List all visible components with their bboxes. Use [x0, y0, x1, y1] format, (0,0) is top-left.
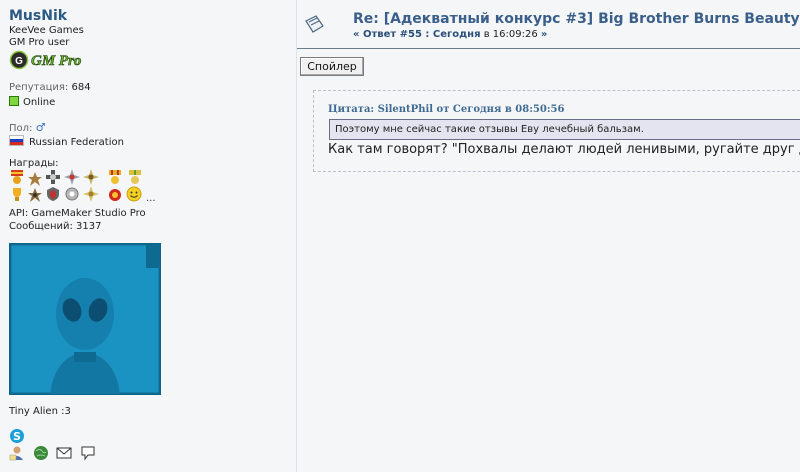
- user-team: KeeVee Games: [9, 25, 84, 36]
- post-area: Re: [Адекватный конкурс #3] Big Brother …: [297, 0, 800, 472]
- message-icon[interactable]: [80, 445, 96, 461]
- username-link[interactable]: MusNik: [9, 8, 67, 24]
- svg-text:S: S: [13, 430, 21, 443]
- shield-medal-icon[interactable]: [45, 186, 61, 202]
- post-body-text: Как там говорят? "Похвалы делают людей л…: [328, 142, 800, 157]
- website-icon[interactable]: [33, 445, 49, 461]
- post-icon: [305, 15, 324, 33]
- reputation-value: 684: [71, 82, 91, 93]
- post-time: в 16:09:26: [480, 29, 541, 40]
- post-divider: [297, 48, 800, 49]
- post-meta-end: »: [540, 29, 548, 40]
- order-medal-icon[interactable]: [27, 187, 43, 203]
- star-medal-icon[interactable]: [83, 169, 99, 185]
- alien-avatar-image: [10, 244, 160, 394]
- smiley-medal-icon[interactable]: [126, 186, 142, 202]
- profile-icon[interactable]: [9, 445, 25, 461]
- contact-icons-row-1: S: [9, 428, 29, 444]
- gm-pro-badge-text: GM Pro: [31, 53, 81, 69]
- cross-medal-icon[interactable]: [45, 169, 61, 185]
- post-meta: « Ответ #55 : Сегодня в 16:09:26 »: [353, 29, 547, 40]
- email-icon[interactable]: [56, 445, 72, 461]
- spoiler-content: Цитата: SilentPhil от Сегодня в 08:50:56…: [313, 90, 800, 172]
- avatar-caption: Tiny Alien :3: [9, 406, 71, 417]
- user-country: Russian Federation: [29, 137, 124, 148]
- contact-icons-row-2: [9, 445, 100, 461]
- male-icon: ♂: [35, 121, 46, 134]
- ribbon-medal-2-icon[interactable]: [127, 169, 143, 185]
- user-post-count: Сообщений: 3137: [9, 221, 102, 232]
- medal-bronze-icon[interactable]: [27, 171, 43, 187]
- quote-header[interactable]: Цитата: SilentPhil от Сегодня в 08:50:56: [328, 104, 564, 115]
- gm-pro-badge: G GM Pro: [9, 50, 82, 69]
- ribbon-medal-icon[interactable]: [107, 169, 123, 185]
- awards-more[interactable]: ...: [146, 193, 156, 204]
- user-api: API: GameMaker Studio Pro: [9, 208, 146, 219]
- poster-sidebar: MusNik KeeVee Games GM Pro user G GM Pro…: [0, 0, 297, 472]
- reputation-label: Репутация:: [9, 82, 69, 93]
- flower-medal-icon[interactable]: [107, 187, 123, 203]
- post-title[interactable]: Re: [Адекватный конкурс #3] Big Brother …: [353, 11, 800, 27]
- sun-medal-icon[interactable]: [83, 186, 99, 202]
- user-avatar: [9, 243, 161, 395]
- russia-flag-icon: [9, 135, 24, 146]
- online-status: Online: [23, 97, 56, 108]
- reply-number[interactable]: « Ответ #55 : Сегодня: [353, 29, 481, 40]
- skype-icon[interactable]: S: [9, 428, 25, 444]
- spoiler-button[interactable]: Спойлер: [300, 57, 364, 76]
- awards-label: Награды:: [9, 158, 59, 169]
- awards-row: ...: [9, 169, 159, 205]
- trophy-icon[interactable]: [9, 186, 25, 202]
- svg-text:G: G: [15, 56, 23, 67]
- medal-red-icon[interactable]: [9, 169, 25, 185]
- quote-body: Поэтому мне сейчас такие отзывы Еву лече…: [329, 119, 800, 140]
- user-group: GM Pro user: [9, 37, 70, 48]
- gender-label: Пол:: [9, 123, 33, 134]
- online-status-icon: [9, 96, 19, 106]
- cross-medal-2-icon[interactable]: [64, 169, 80, 185]
- gear-medal-icon[interactable]: [64, 186, 80, 202]
